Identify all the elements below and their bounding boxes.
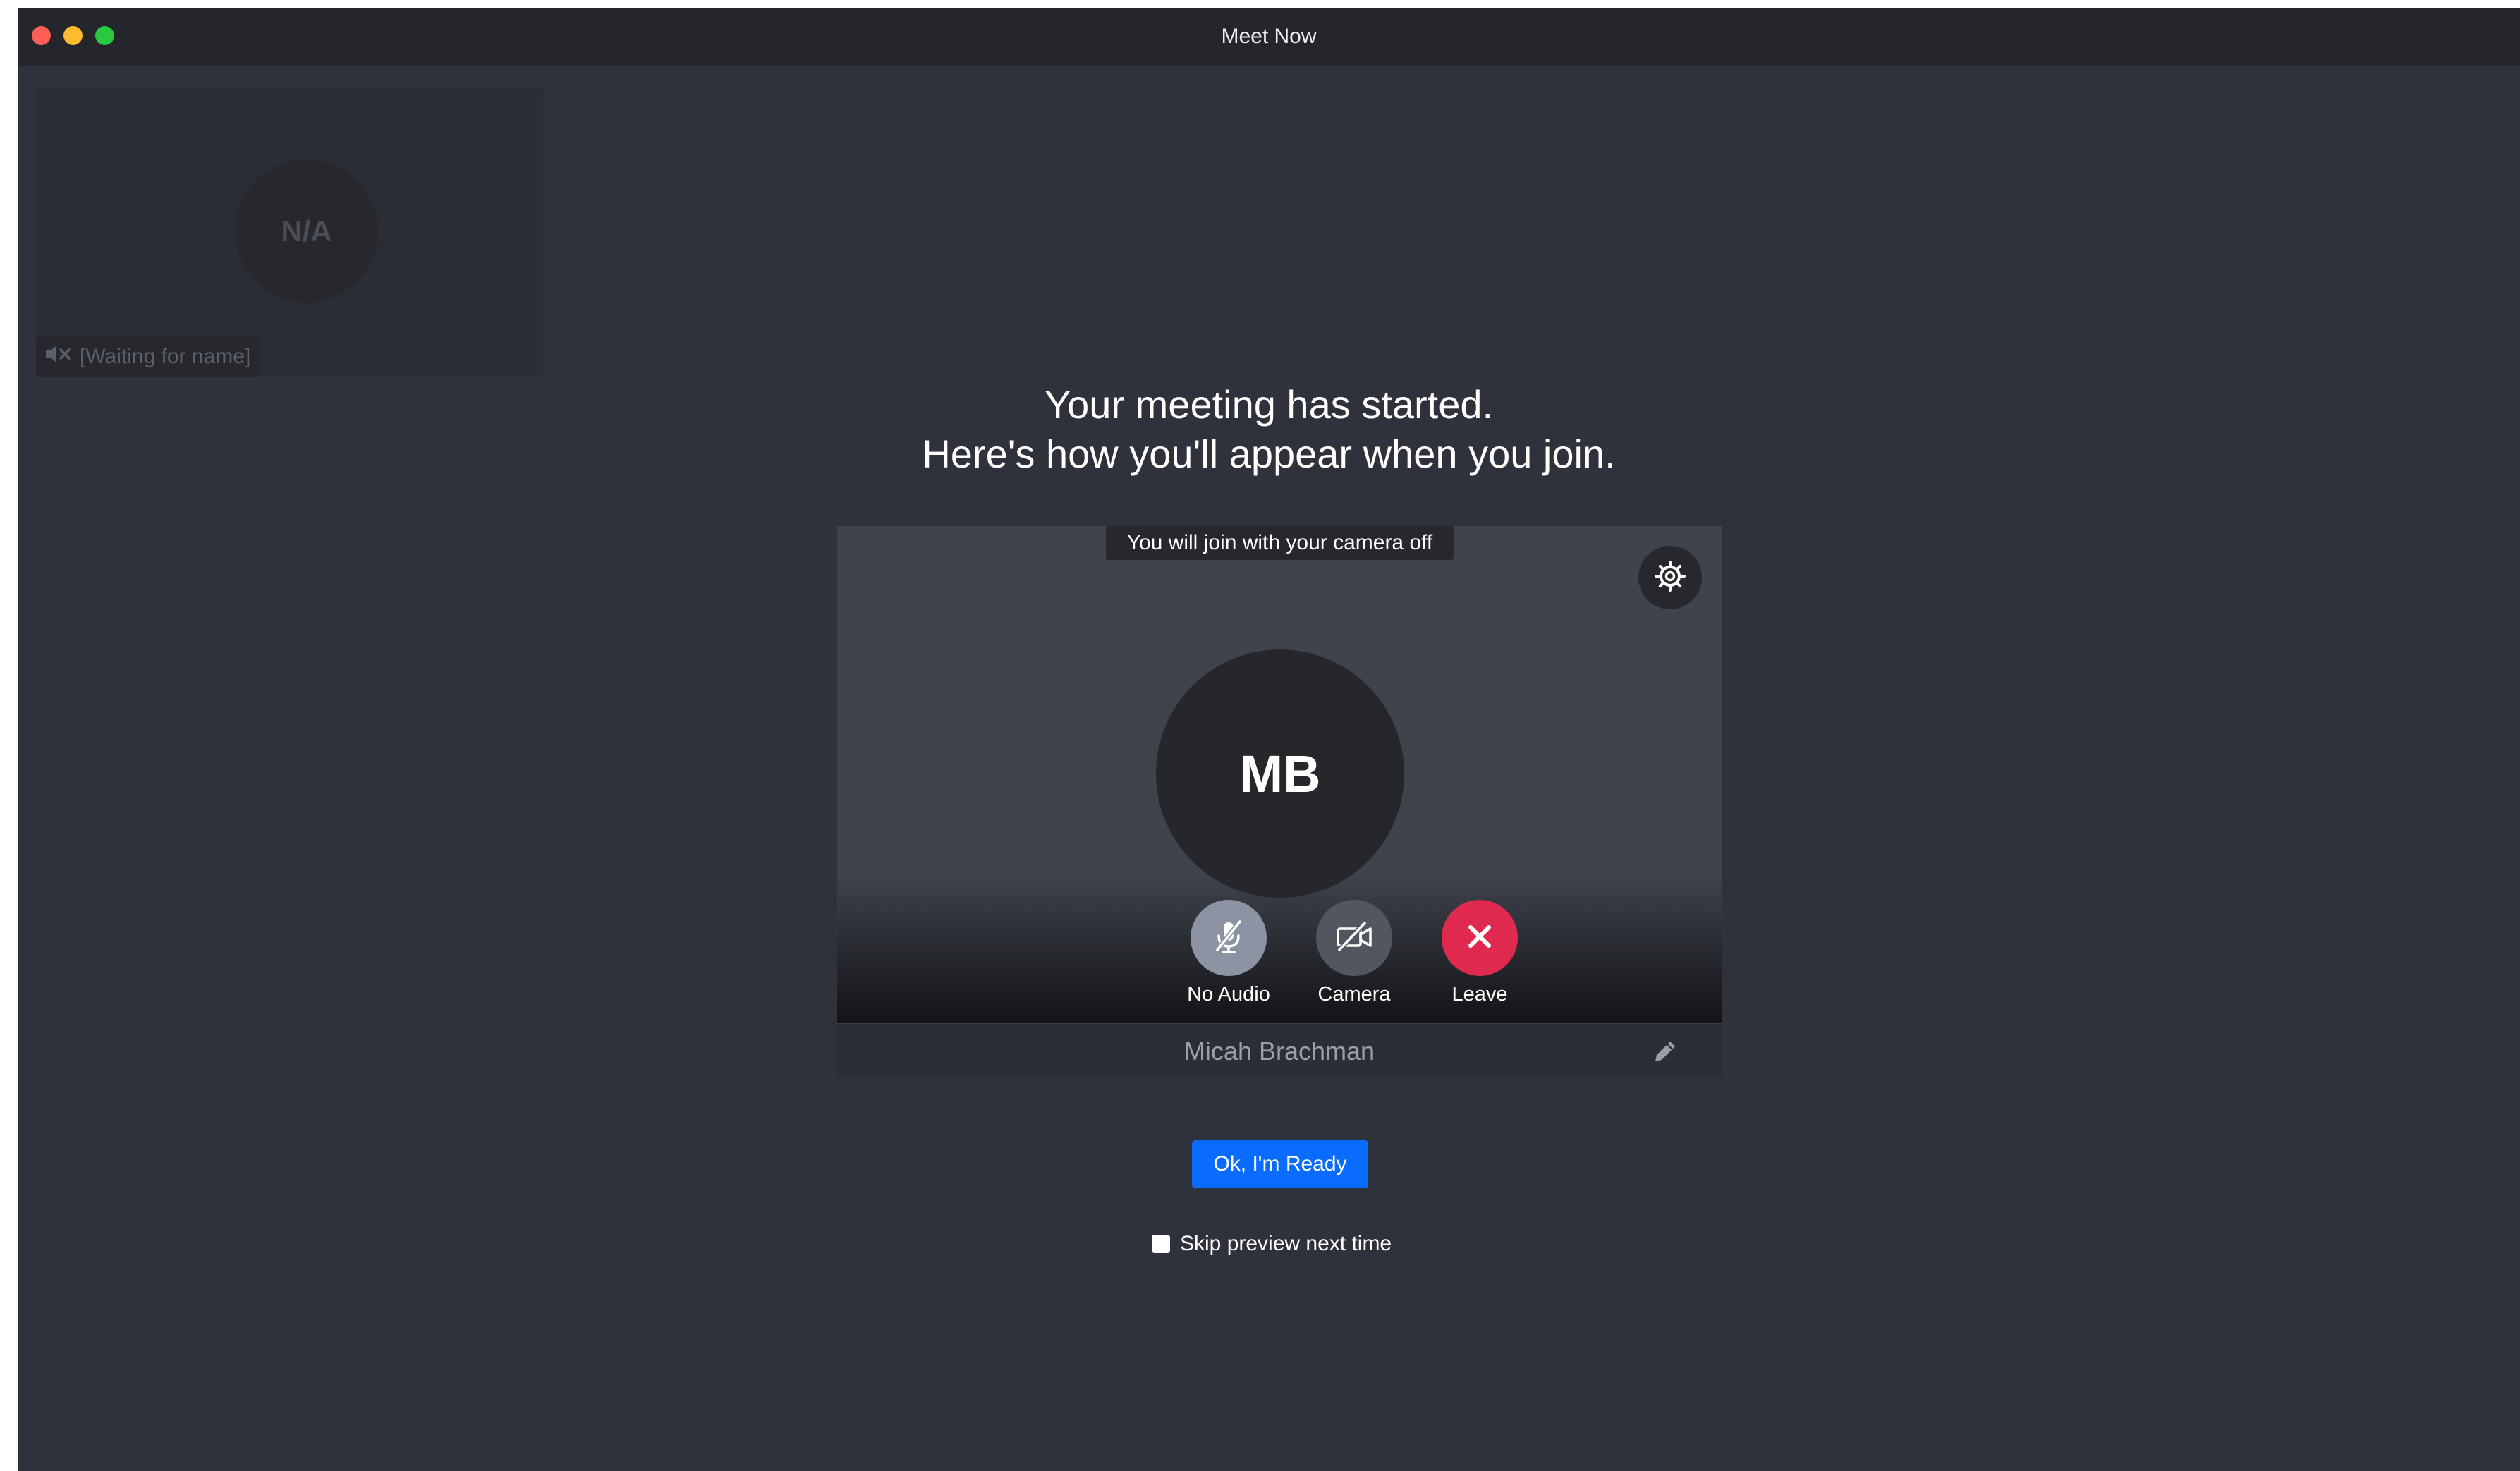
edit-name-button[interactable] (1650, 1036, 1681, 1067)
camera-button[interactable] (1316, 900, 1392, 976)
leave-control: Leave (1423, 900, 1536, 1006)
leave-label: Leave (1451, 983, 1508, 1006)
participant-name: [Waiting for name] (80, 345, 251, 368)
display-name-bar: Micah Brachman (837, 1023, 1722, 1078)
meet-now-window: Meet Now N/A [Waiting for name] Your mee… (18, 8, 2520, 1471)
pencil-icon (1650, 1042, 1681, 1070)
no-audio-control: No Audio (1172, 900, 1285, 1006)
skip-preview-label: Skip preview next time (1180, 1232, 1392, 1255)
leave-button[interactable] (1442, 900, 1518, 976)
settings-button[interactable] (1638, 546, 1702, 609)
participant-avatar: N/A (235, 159, 378, 303)
participant-name-label: [Waiting for name] (36, 337, 261, 377)
camera-off-notice: You will join with your camera off (1106, 526, 1454, 560)
camera-label: Camera (1317, 983, 1391, 1006)
ready-button[interactable]: Ok, I'm Ready (1192, 1140, 1368, 1188)
self-preview-card: You will join with your camera off MB No… (837, 526, 1722, 1078)
no-audio-button[interactable] (1191, 900, 1267, 976)
skip-preview-checkbox[interactable] (1152, 1235, 1170, 1253)
title-bar: Meet Now (18, 8, 2520, 66)
gear-icon (1652, 558, 1688, 598)
mic-off-icon (1210, 917, 1248, 959)
close-icon (1464, 921, 1495, 956)
speaker-muted-icon (44, 343, 73, 370)
display-name: Micah Brachman (1183, 1037, 1375, 1066)
meeting-started-heading: Your meeting has started. Here's how you… (18, 380, 2520, 479)
no-audio-label: No Audio (1187, 983, 1270, 1006)
participant-tile: N/A [Waiting for name] (36, 89, 543, 377)
window-title: Meet Now (1221, 25, 1317, 48)
heading-line-2: Here's how you'll appear when you join. (922, 432, 1616, 476)
camera-control: Camera (1298, 900, 1411, 1006)
heading-line-1: Your meeting has started. (1044, 382, 1494, 427)
camera-off-icon (1334, 917, 1375, 959)
skip-preview-option[interactable]: Skip preview next time (1152, 1232, 1392, 1256)
self-avatar: MB (1156, 649, 1404, 898)
